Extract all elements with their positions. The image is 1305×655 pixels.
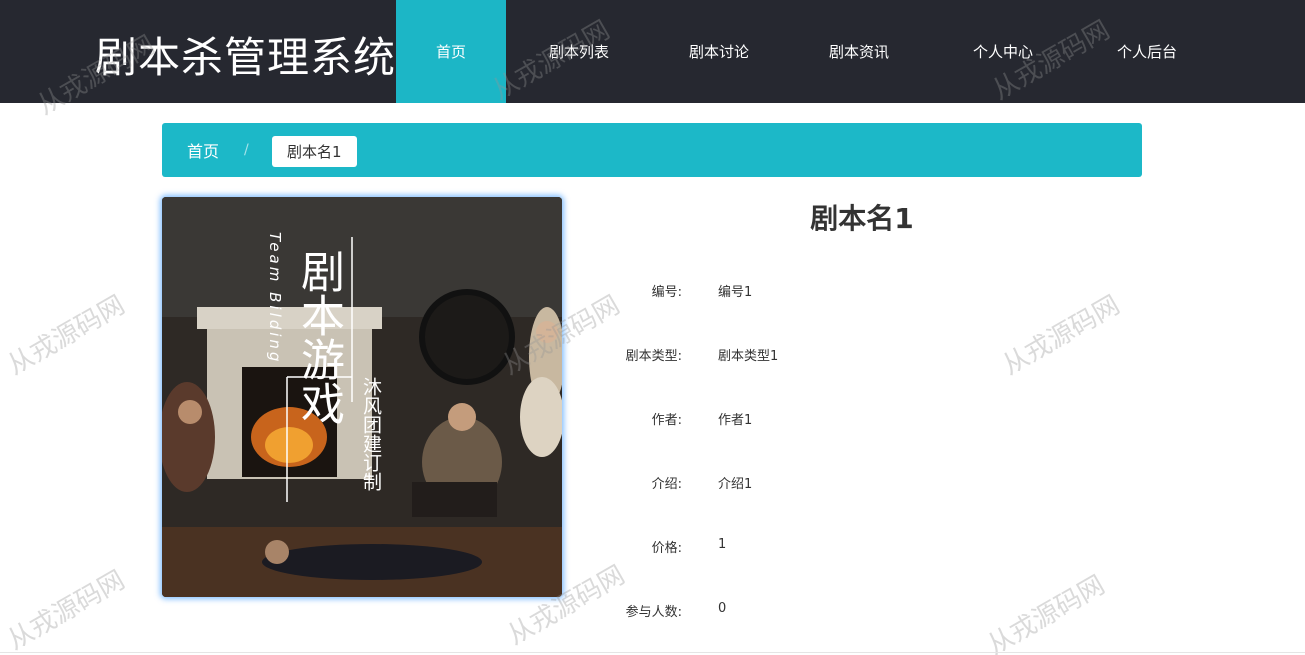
nav-item-script-news[interactable]: 剧本资讯: [804, 0, 914, 103]
field-label: 作者:: [651, 413, 682, 428]
field-label: 价格:: [651, 541, 682, 556]
field-value: 1: [718, 537, 727, 552]
page: 剧本杀管理系统 首页 剧本列表 剧本讨论 剧本资讯 个人中心 个人后台 首页 /…: [0, 0, 1305, 655]
field-label: 编号:: [651, 285, 682, 300]
cover-title-vertical: 剧本游戏: [293, 249, 344, 425]
field-row-id: 编号: 编号1: [562, 281, 1162, 305]
breadcrumb-separator: /: [244, 142, 249, 158]
field-label: 介绍:: [651, 477, 682, 492]
watermark: 从戎源码网: [2, 290, 131, 382]
site-brand[interactable]: 剧本杀管理系统: [95, 24, 396, 85]
cover-english-vertical: Team Bilding: [266, 232, 284, 365]
cover-subtitle-vertical: 沐风团建订制: [360, 377, 382, 491]
field-value: 作者1: [718, 413, 753, 428]
field-value: 编号1: [718, 285, 753, 300]
field-label: 参与人数:: [625, 605, 682, 620]
field-value: 0: [718, 601, 727, 616]
field-label: 剧本类型:: [625, 349, 682, 364]
field-value: 介绍1: [718, 477, 753, 492]
field-row-price: 价格: 1: [562, 537, 1162, 561]
script-title: 剧本名1: [810, 202, 914, 235]
script-cover-image: 剧本游戏 沐风团建订制 Team Bilding: [162, 197, 562, 597]
breadcrumb-home-link[interactable]: 首页: [187, 123, 219, 177]
bottom-divider: [0, 652, 1305, 653]
nav-item-personal-backend[interactable]: 个人后台: [1092, 0, 1202, 103]
watermark: 从戎源码网: [2, 565, 131, 655]
field-row-intro: 介绍: 介绍1: [562, 473, 1162, 497]
nav-item-script-discussion[interactable]: 剧本讨论: [664, 0, 774, 103]
field-row-type: 剧本类型: 剧本类型1: [562, 345, 1162, 369]
breadcrumb: 首页 / 剧本名1: [162, 123, 1142, 177]
breadcrumb-current: 剧本名1: [272, 136, 357, 167]
top-header: 剧本杀管理系统 首页 剧本列表 剧本讨论 剧本资讯 个人中心 个人后台: [0, 0, 1305, 103]
field-row-author: 作者: 作者1: [562, 409, 1162, 433]
nav-item-personal-center[interactable]: 个人中心: [948, 0, 1058, 103]
field-row-participants: 参与人数: 0: [562, 601, 1162, 625]
field-value: 剧本类型1: [718, 349, 779, 364]
nav-item-script-list[interactable]: 剧本列表: [524, 0, 634, 103]
nav-item-home[interactable]: 首页: [396, 0, 506, 103]
